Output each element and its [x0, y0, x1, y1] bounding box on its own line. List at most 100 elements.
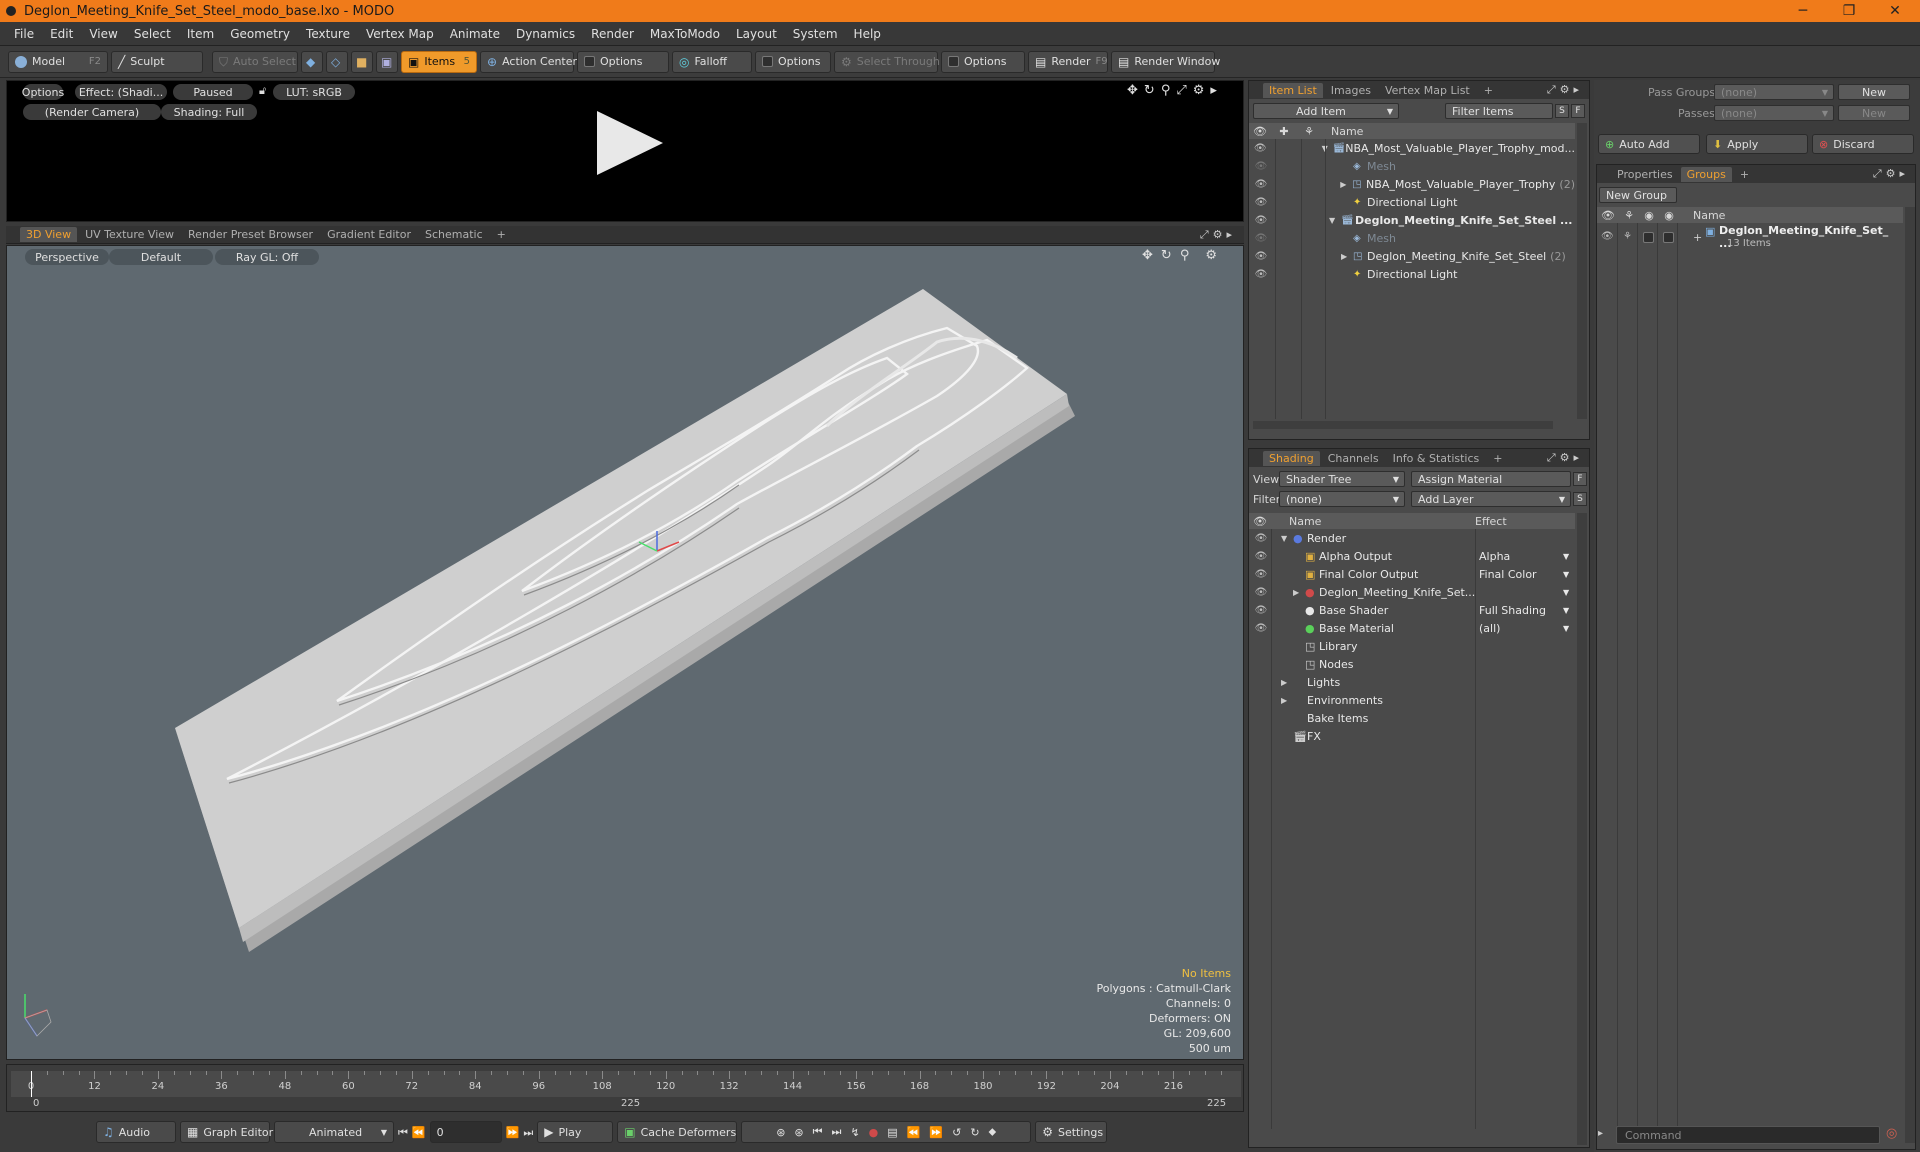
arrow-right-icon[interactable]: ▸	[1210, 83, 1217, 98]
command-history-icon[interactable]: ◎	[1886, 1126, 1897, 1141]
menu-edit[interactable]: Edit	[42, 27, 81, 41]
render-window-button[interactable]: ▤ Render Window	[1111, 50, 1220, 73]
preview-camera-dropdown[interactable]: (Render Camera)	[23, 104, 161, 120]
eye-icon[interactable]: 👁︎	[1253, 161, 1269, 172]
filter-dropdown[interactable]: (none) ▼	[1279, 491, 1405, 507]
item-list-scrollbar[interactable]	[1577, 123, 1587, 419]
auto-select-button[interactable]: ⛉ Auto Select	[212, 50, 298, 73]
go-to-end-icon[interactable]: ⏭	[523, 1127, 533, 1138]
tab-3d-view[interactable]: 3D View	[20, 227, 78, 242]
shader-effect[interactable]: (all)	[1479, 622, 1500, 635]
s-button[interactable]: S	[1555, 104, 1569, 118]
item-list-row[interactable]: 👁︎ ▼ 🎬︎ Deglon_Meeting_Knife_Set_Steel ...	[1249, 211, 1575, 229]
chevron-down-icon[interactable]: ▼	[1563, 552, 1569, 561]
auto-add-button[interactable]: ⊕ Auto Add	[1598, 134, 1700, 154]
panel-expand-icon[interactable]: ⤢⚙▸	[1200, 228, 1236, 242]
tab-render-preset-browser[interactable]: Render Preset Browser	[182, 227, 319, 242]
model-button[interactable]: Model F2	[8, 50, 108, 73]
tab-gradient-editor[interactable]: Gradient Editor	[321, 227, 417, 242]
polygon-mode-icon[interactable]: ■	[351, 50, 373, 73]
tab-item-list[interactable]: Item List	[1263, 82, 1323, 98]
item-list-row[interactable]: 👁︎ ◈ Mesh	[1249, 229, 1575, 247]
minimize-button[interactable]: ─	[1780, 0, 1826, 22]
group-row[interactable]: 👁︎ ⚘ + ▣ Deglon_Meeting_Knife_Set_ ... 1…	[1597, 223, 1903, 253]
shader-tree-row[interactable]: ◳ Library	[1249, 637, 1575, 655]
cache-deformers-button[interactable]: ▣ Cache Deformers	[617, 1121, 738, 1143]
select-through-button[interactable]: ⚙ Select Through	[834, 50, 940, 73]
menu-layout[interactable]: Layout	[728, 27, 785, 41]
tab-images[interactable]: Images	[1325, 83, 1377, 98]
f-button[interactable]: F	[1571, 104, 1585, 118]
menu-maxtomodo[interactable]: MaxToModo	[642, 27, 728, 41]
eye-icon[interactable]: 👁︎	[1253, 533, 1269, 544]
apply-button[interactable]: ⬇ Apply	[1706, 134, 1808, 154]
command-expand-icon[interactable]: ▸	[1598, 1128, 1603, 1139]
play-button[interactable]: ▶ Play	[537, 1121, 614, 1143]
add-item-dropdown[interactable]: Add Item ▼	[1253, 103, 1399, 119]
eye-icon[interactable]: 👁︎	[1253, 569, 1269, 580]
tab-uv-texture-view[interactable]: UV Texture View	[79, 227, 180, 242]
item-list-row[interactable]: 👁︎ ✦ Directional Light	[1249, 265, 1575, 283]
shader-tree-row[interactable]: ▶ Lights	[1249, 673, 1575, 691]
material-mode-icon[interactable]: ▣	[376, 50, 398, 73]
eye-icon[interactable]: 👁︎	[1253, 179, 1269, 190]
key-icon[interactable]: ⊛	[776, 1126, 785, 1139]
panel-expand-icon[interactable]: ⤢⚙▸	[1547, 83, 1583, 97]
loop-icon[interactable]: ↺	[952, 1126, 961, 1139]
tab-schematic[interactable]: Schematic	[419, 227, 489, 242]
preview-options-button[interactable]: Options	[22, 84, 64, 100]
s-button[interactable]: S	[1573, 492, 1587, 506]
play-preview-icon[interactable]	[597, 111, 663, 175]
gear-icon[interactable]: ⚙	[1193, 83, 1205, 98]
shader-tree-row[interactable]: 👁︎ ▼ ● Render	[1249, 529, 1575, 547]
falloff-button[interactable]: ◎ Falloff	[672, 50, 752, 73]
animated-dropdown[interactable]: Animated ▼	[274, 1121, 394, 1143]
menu-system[interactable]: System	[785, 27, 846, 41]
go-to-start-icon[interactable]: ⏮	[398, 1127, 408, 1138]
shader-tree-row[interactable]: Bake Items	[1249, 709, 1575, 727]
menu-vertex-map[interactable]: Vertex Map	[358, 27, 442, 41]
assign-material-button[interactable]: Assign Material	[1411, 471, 1571, 487]
vertex-mode-icon[interactable]: ◆	[301, 50, 323, 73]
new-pass-button[interactable]: New	[1838, 105, 1910, 121]
tab-properties[interactable]: Properties	[1611, 167, 1679, 182]
prev-icon[interactable]: ⏪	[907, 1126, 921, 1139]
expand-icon[interactable]: +	[1693, 231, 1702, 244]
shader-tree-row[interactable]: 👁︎ ▣ Alpha Output Alpha ▼	[1249, 547, 1575, 565]
f-button[interactable]: F	[1573, 472, 1587, 486]
preview-shading-dropdown[interactable]: Shading: Full	[161, 104, 257, 120]
tab-groups[interactable]: Groups	[1680, 166, 1732, 182]
eye-icon[interactable]: 👁︎	[1253, 197, 1269, 208]
eye-icon[interactable]: 👁︎	[1253, 143, 1267, 154]
eye-icon[interactable]: 👁︎	[1253, 251, 1269, 262]
tab-add[interactable]: +	[1487, 451, 1508, 466]
tab-add[interactable]: +	[1734, 167, 1755, 182]
record-icon[interactable]: ●	[869, 1126, 879, 1139]
expand-toggle-icon[interactable]: ▶	[1281, 678, 1293, 687]
action-center-button[interactable]: ⊕ Action Center	[480, 50, 577, 73]
eye-icon[interactable]: 👁︎	[1253, 215, 1269, 226]
new-group-button[interactable]: New Group	[1599, 187, 1677, 203]
item-list-row[interactable]: 👁︎ ✦ Directional Light	[1249, 193, 1575, 211]
view-dropdown[interactable]: Shader Tree ▼	[1279, 471, 1405, 487]
groups-scrollbar[interactable]	[1905, 207, 1915, 1143]
eye-icon[interactable]: 👁︎	[1253, 269, 1269, 280]
knife-block-model[interactable]	[7, 246, 1243, 1059]
tab-add[interactable]: +	[1478, 83, 1499, 98]
key-filter-icon[interactable]: ▤	[887, 1126, 897, 1139]
prev-key-icon[interactable]: ⏪	[412, 1127, 426, 1138]
shader-tree-row[interactable]: 👁︎ ● Base Material (all) ▼	[1249, 619, 1575, 637]
eye-icon[interactable]: 👁︎	[1253, 551, 1269, 562]
tab-channels[interactable]: Channels	[1322, 451, 1385, 466]
menu-texture[interactable]: Texture	[298, 27, 358, 41]
shader-tree-row[interactable]: 👁︎ ● Base Shader Full Shading ▼	[1249, 601, 1575, 619]
shader-tree-row[interactable]: 👁︎ ▶ ● Deglon_Meeting_Knife_Set... ▼	[1249, 583, 1575, 601]
expand-toggle-icon[interactable]: ▼	[1281, 534, 1293, 543]
3d-viewport[interactable]: Perspective Default Ray GL: Off ✥ ↻ ⚲ ⚙	[6, 245, 1244, 1060]
new-pass-group-button[interactable]: New	[1838, 84, 1910, 100]
step-back-icon[interactable]: ⏮	[813, 1125, 823, 1139]
preview-lut-dropdown[interactable]: LUT: sRGB	[273, 84, 355, 100]
render-toggle-icon[interactable]: ⚘	[1623, 231, 1632, 242]
menu-view[interactable]: View	[81, 27, 125, 41]
item-list-row[interactable]: 👁︎ ◈ Mesh	[1249, 157, 1575, 175]
